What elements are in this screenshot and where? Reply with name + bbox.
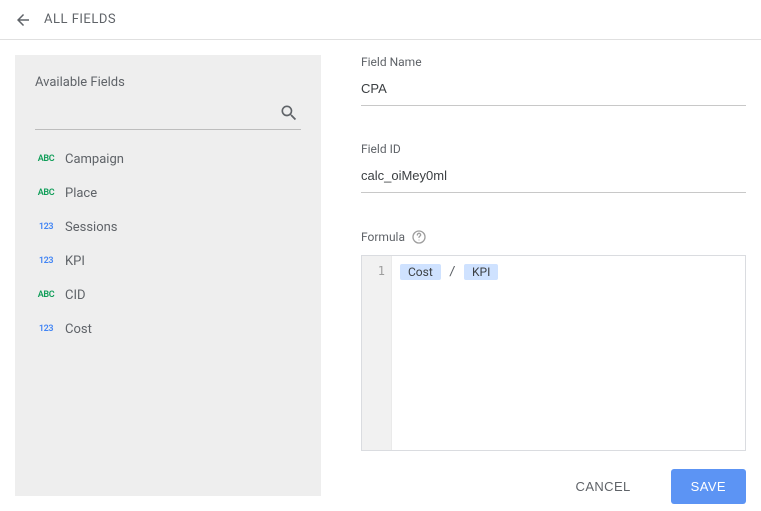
field-item-cid[interactable]: ABC CID [35, 278, 301, 312]
content-area: Available Fields ABC Campaign ABC Place … [0, 40, 761, 511]
formula-section: Formula 1 Cost / KPI [361, 229, 746, 451]
field-item-label: Campaign [65, 152, 124, 167]
page-title: ALL FIELDS [44, 12, 116, 27]
field-name-input[interactable] [361, 81, 746, 96]
formula-label-row: Formula [361, 229, 746, 245]
text-type-icon: ABC [37, 290, 55, 300]
field-item-label: Place [65, 186, 97, 201]
field-list: ABC Campaign ABC Place 123 Sessions 123 … [35, 142, 301, 346]
text-type-icon: ABC [37, 154, 55, 164]
field-item-campaign[interactable]: ABC Campaign [35, 142, 301, 176]
help-icon[interactable] [411, 229, 427, 245]
editor-panel: Field Name Field ID Formula 1 [361, 55, 746, 496]
number-type-icon: 123 [37, 256, 55, 266]
field-id-section: Field ID [361, 142, 746, 193]
formula-content[interactable]: Cost / KPI [392, 256, 506, 450]
cancel-button[interactable]: CANCEL [556, 469, 651, 504]
formula-editor[interactable]: 1 Cost / KPI [361, 255, 746, 451]
number-type-icon: 123 [37, 222, 55, 232]
formula-operator: / [447, 264, 458, 278]
formula-token-kpi[interactable]: KPI [464, 264, 498, 280]
text-type-icon: ABC [37, 188, 55, 198]
search-row [35, 96, 301, 130]
back-arrow-icon[interactable] [12, 11, 34, 29]
field-id-input-wrap [361, 162, 746, 193]
field-name-label: Field Name [361, 55, 746, 69]
field-item-cost[interactable]: 123 Cost [35, 312, 301, 346]
formula-token-cost[interactable]: Cost [400, 264, 441, 280]
field-item-place[interactable]: ABC Place [35, 176, 301, 210]
field-item-label: Sessions [65, 220, 118, 235]
field-item-sessions[interactable]: 123 Sessions [35, 210, 301, 244]
line-number: 1 [362, 264, 385, 278]
field-name-input-wrap [361, 75, 746, 106]
line-gutter: 1 [362, 256, 392, 450]
search-input[interactable] [35, 96, 301, 129]
field-id-label: Field ID [361, 142, 746, 156]
save-button[interactable]: SAVE [671, 469, 746, 504]
field-name-section: Field Name [361, 55, 746, 106]
available-fields-panel: Available Fields ABC Campaign ABC Place … [15, 55, 321, 496]
field-id-input[interactable] [361, 168, 746, 183]
number-type-icon: 123 [37, 324, 55, 334]
action-buttons: CANCEL SAVE [361, 469, 746, 504]
field-item-label: CID [65, 288, 86, 303]
available-fields-title: Available Fields [35, 75, 301, 90]
field-item-label: KPI [65, 254, 85, 269]
formula-label: Formula [361, 230, 405, 244]
page-header: ALL FIELDS [0, 0, 761, 40]
field-item-kpi[interactable]: 123 KPI [35, 244, 301, 278]
search-icon[interactable] [279, 103, 299, 123]
field-item-label: Cost [65, 322, 92, 337]
